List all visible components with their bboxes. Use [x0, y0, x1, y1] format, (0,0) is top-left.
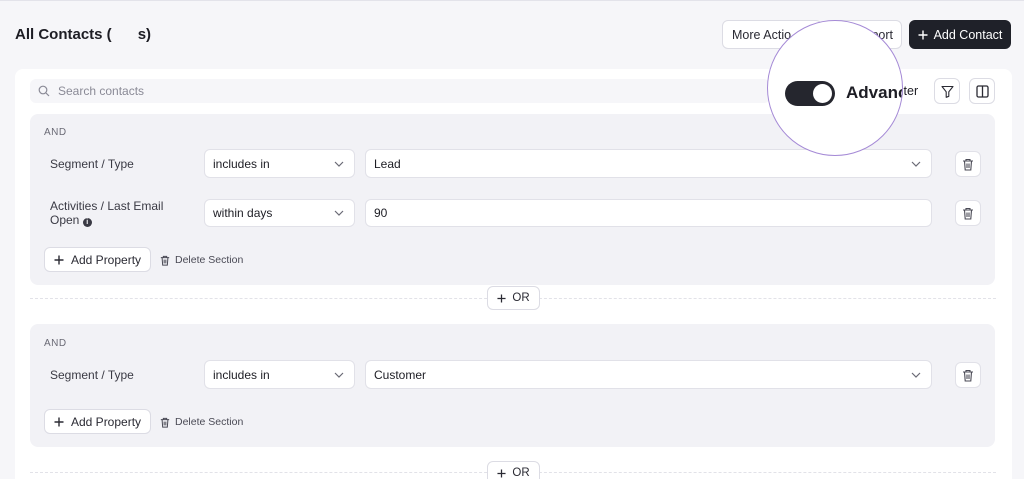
search-bar[interactable]: Search contacts: [30, 79, 770, 103]
delete-row-button[interactable]: [955, 362, 981, 388]
add-property-label: Add Property: [71, 252, 142, 267]
property-label: Activities / Last Email Open i: [50, 199, 163, 227]
filter-icon: [940, 85, 954, 98]
and-label: AND: [44, 338, 67, 349]
value-text: Lead: [374, 156, 401, 171]
advanced-filter-toggle[interactable]: [785, 81, 835, 106]
add-property-button[interactable]: Add Property: [44, 409, 151, 434]
operator-value: includes in: [213, 156, 270, 171]
plus-icon: [918, 30, 928, 40]
page-title: All Contacts ( s): [15, 26, 151, 43]
days-value: 90: [374, 206, 388, 220]
columns-icon: [975, 84, 989, 98]
add-property-label: Add Property: [71, 414, 142, 429]
add-or-section-button[interactable]: OR: [487, 286, 540, 310]
delete-section-button[interactable]: Delete Section: [160, 254, 243, 266]
and-label: AND: [44, 127, 67, 138]
property-label: Segment / Type: [50, 157, 134, 171]
add-contact-button[interactable]: Add Contact: [909, 20, 1011, 49]
add-property-button[interactable]: Add Property: [44, 247, 151, 272]
trash-icon: [962, 369, 974, 382]
operator-select[interactable]: includes in: [204, 360, 355, 389]
plus-icon: [54, 417, 64, 427]
property-label-line1: Activities / Last Email: [50, 199, 164, 213]
delete-row-button[interactable]: [955, 151, 981, 177]
delete-section-label: Delete Section: [175, 416, 244, 428]
search-icon: [38, 85, 50, 97]
value-select[interactable]: Customer: [365, 360, 932, 389]
filter-button[interactable]: [934, 78, 960, 104]
trash-icon: [962, 158, 974, 171]
add-or-section-button[interactable]: OR: [487, 461, 540, 479]
operator-value: includes in: [213, 367, 270, 382]
search-input[interactable]: Search contacts: [58, 84, 144, 98]
operator-select[interactable]: within days: [204, 199, 355, 227]
info-icon[interactable]: i: [82, 218, 92, 227]
top-border: [0, 0, 1024, 1]
value-text: Customer: [374, 367, 427, 382]
add-contact-label: Add Contact: [933, 27, 1003, 42]
plus-icon: [497, 293, 506, 303]
advanced-filter-zoom-label: Advanc: [846, 83, 903, 102]
magnifier-callout: Advanc: [767, 20, 903, 156]
columns-button[interactable]: [969, 78, 995, 104]
trash-icon: [160, 255, 170, 266]
chevron-down-icon: [911, 161, 921, 167]
chevron-down-icon: [334, 161, 344, 167]
plus-icon: [497, 468, 506, 478]
or-label: OR: [512, 467, 530, 479]
trash-icon: [160, 417, 170, 428]
plus-icon: [54, 255, 64, 265]
delete-section-label: Delete Section: [175, 254, 244, 266]
delete-row-button[interactable]: [955, 200, 981, 226]
contact-count-redacted: [111, 27, 138, 41]
delete-section-button[interactable]: Delete Section: [160, 416, 243, 428]
property-label: Segment / Type: [50, 368, 134, 382]
more-actions-label: More Actio: [732, 27, 792, 42]
page-title-suffix: s): [137, 26, 152, 43]
chevron-down-icon: [334, 372, 344, 378]
page-title-text: All Contacts (: [15, 26, 112, 43]
trash-icon: [962, 207, 974, 220]
chevron-down-icon: [334, 210, 344, 216]
operator-value: within days: [213, 206, 273, 220]
property-label-line2: Open: [50, 213, 80, 227]
operator-select[interactable]: includes in: [204, 149, 355, 178]
chevron-down-icon: [911, 372, 921, 378]
days-input[interactable]: 90: [365, 199, 932, 227]
or-label: OR: [512, 292, 530, 304]
toggle-knob: [813, 84, 832, 103]
